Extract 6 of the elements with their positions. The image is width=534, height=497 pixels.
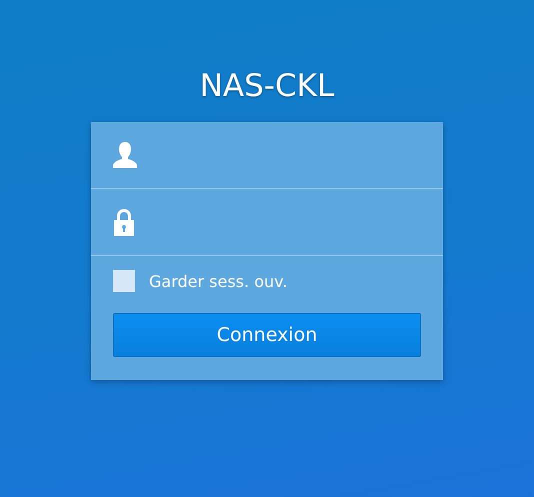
checkbox[interactable] [113, 270, 135, 292]
user-icon [113, 141, 137, 169]
lock-icon [113, 208, 135, 236]
device-name-title: NAS-CKL [200, 67, 334, 106]
login-button[interactable]: Connexion [113, 313, 421, 357]
checkbox-label: Garder sess. ouv. [149, 272, 288, 290]
